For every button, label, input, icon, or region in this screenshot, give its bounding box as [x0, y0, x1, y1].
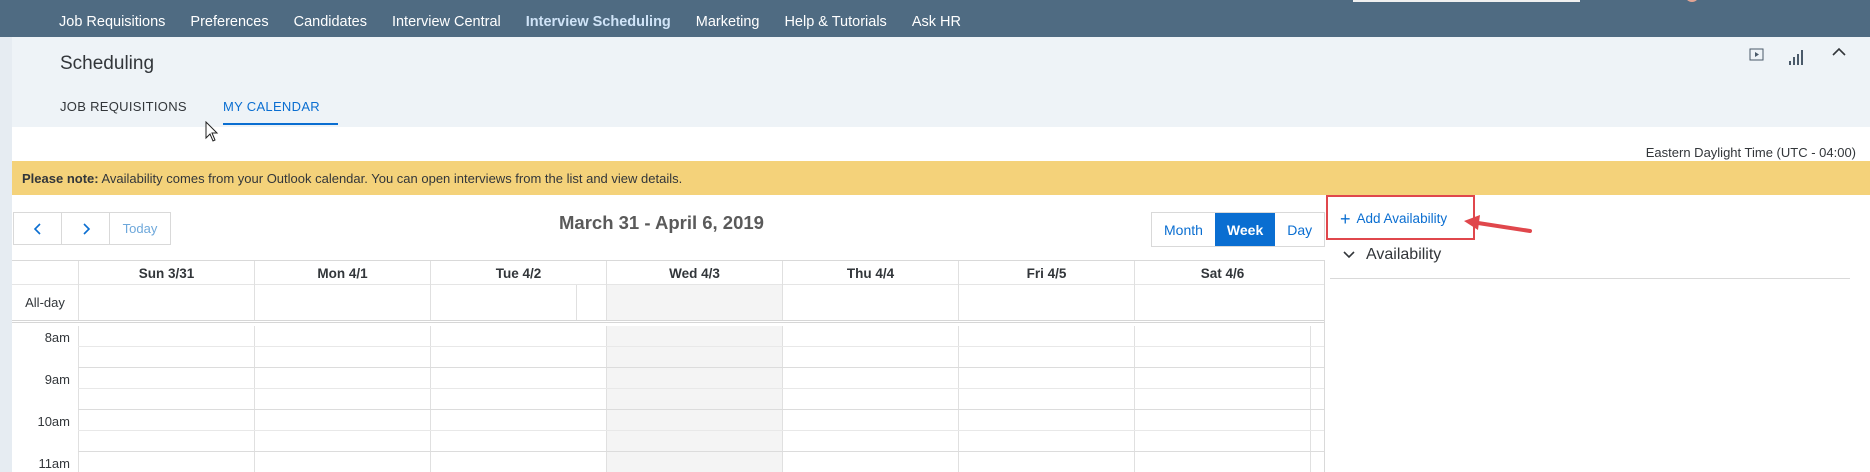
play-icon[interactable]	[1748, 46, 1766, 64]
search-field[interactable]	[1353, 0, 1580, 2]
nav-candidates[interactable]: Candidates	[294, 14, 367, 30]
day-header-thu: Thu 4/4	[782, 261, 958, 286]
all-day-cell[interactable]	[958, 285, 1134, 320]
today-button[interactable]: Today	[110, 213, 170, 244]
time-grid: 8am 9am 10am 11am	[12, 326, 1325, 472]
nav-marketing[interactable]: Marketing	[696, 14, 760, 30]
all-day-cell[interactable]	[1134, 285, 1310, 320]
nav-help-tutorials[interactable]: Help & Tutorials	[784, 14, 886, 30]
page-header: Scheduling JOB REQUISITIONS MY CALENDAR	[12, 37, 1870, 127]
add-availability-label: Add Availability	[1356, 211, 1448, 226]
hour-line	[78, 367, 1325, 368]
notice-message: Availability comes from your Outlook cal…	[98, 171, 683, 186]
all-day-cell[interactable]	[78, 285, 254, 320]
week-range-title: March 31 - April 6, 2019	[559, 212, 764, 233]
day-header-sat: Sat 4/6	[1134, 261, 1310, 286]
timezone-label: Eastern Daylight Time (UTC - 04:00)	[1645, 145, 1856, 160]
nav-job-requisitions[interactable]: Job Requisitions	[59, 14, 165, 30]
tab-my-calendar[interactable]: MY CALENDAR	[223, 99, 320, 114]
time-label-11am: 11am	[38, 456, 70, 471]
bar-chart-icon[interactable]	[1787, 48, 1805, 66]
view-day-button[interactable]: Day	[1275, 213, 1325, 246]
availability-section-header[interactable]: Availability	[1342, 246, 1441, 264]
chevron-left-icon	[33, 222, 41, 235]
notice-text: Please note: Availability comes from you…	[22, 171, 682, 186]
top-nav-bar: Job Requisitions Preferences Candidates …	[0, 0, 1870, 37]
all-day-label: All-day	[25, 295, 65, 310]
nav-ask-hr[interactable]: Ask HR	[912, 14, 961, 30]
all-day-cell[interactable]	[576, 285, 606, 320]
calendar-right-border	[1324, 260, 1325, 472]
chevron-right-icon	[82, 222, 90, 235]
previous-week-button[interactable]	[14, 213, 62, 244]
active-tab-indicator	[223, 123, 338, 125]
time-label-10am: 10am	[37, 414, 70, 429]
day-header-fri: Fri 4/5	[958, 261, 1134, 286]
hour-line	[78, 451, 1325, 452]
notice-banner: Please note: Availability comes from you…	[12, 161, 1870, 195]
nav-interview-central[interactable]: Interview Central	[392, 14, 501, 30]
nav-interview-scheduling[interactable]: Interview Scheduling	[526, 14, 671, 30]
day-header-tue: Tue 4/2	[430, 261, 606, 286]
all-day-cell[interactable]	[606, 285, 782, 320]
all-day-cell[interactable]	[254, 285, 430, 320]
notice-heading: Please note:	[22, 171, 99, 186]
availability-section-label: Availability	[1366, 246, 1442, 263]
avatar[interactable]	[1685, 0, 1699, 2]
half-hour-line	[78, 388, 1325, 389]
calendar-nav-group: Today	[13, 212, 171, 245]
calendar-day-headers: Sun 3/31 Mon 4/1 Tue 4/2 Wed 4/3 Thu 4/4…	[12, 260, 1325, 286]
half-hour-line	[78, 346, 1325, 347]
day-header-wed: Wed 4/3	[606, 261, 782, 286]
time-label-9am: 9am	[44, 372, 70, 387]
add-availability-button[interactable]: + Add Availability	[1340, 208, 1448, 229]
top-nav: Job Requisitions Preferences Candidates …	[59, 14, 986, 30]
day-header-sun: Sun 3/31	[78, 261, 254, 286]
all-day-row: All-day	[12, 285, 1325, 323]
tab-job-requisitions[interactable]: JOB REQUISITIONS	[60, 99, 187, 114]
nav-preferences[interactable]: Preferences	[190, 14, 268, 30]
mouse-cursor-icon	[205, 121, 219, 142]
hour-line	[78, 409, 1325, 410]
next-week-button[interactable]	[62, 213, 110, 244]
time-label-8am: 8am	[44, 330, 70, 345]
divider	[1330, 278, 1850, 279]
left-strip	[0, 37, 12, 472]
plus-icon: +	[1340, 208, 1351, 229]
view-switcher: Month Week Day	[1151, 212, 1326, 247]
chevron-up-icon[interactable]	[1830, 43, 1848, 61]
day-header-mon: Mon 4/1	[254, 261, 430, 286]
page-title: Scheduling	[60, 53, 155, 74]
arrow-annotation-icon	[1464, 215, 1532, 233]
chevron-down-icon	[1343, 251, 1355, 259]
view-week-button[interactable]: Week	[1214, 213, 1276, 246]
all-day-cell[interactable]	[430, 285, 576, 320]
view-month-button[interactable]: Month	[1152, 213, 1215, 246]
all-day-cell[interactable]	[782, 285, 958, 320]
half-hour-line	[78, 430, 1325, 431]
